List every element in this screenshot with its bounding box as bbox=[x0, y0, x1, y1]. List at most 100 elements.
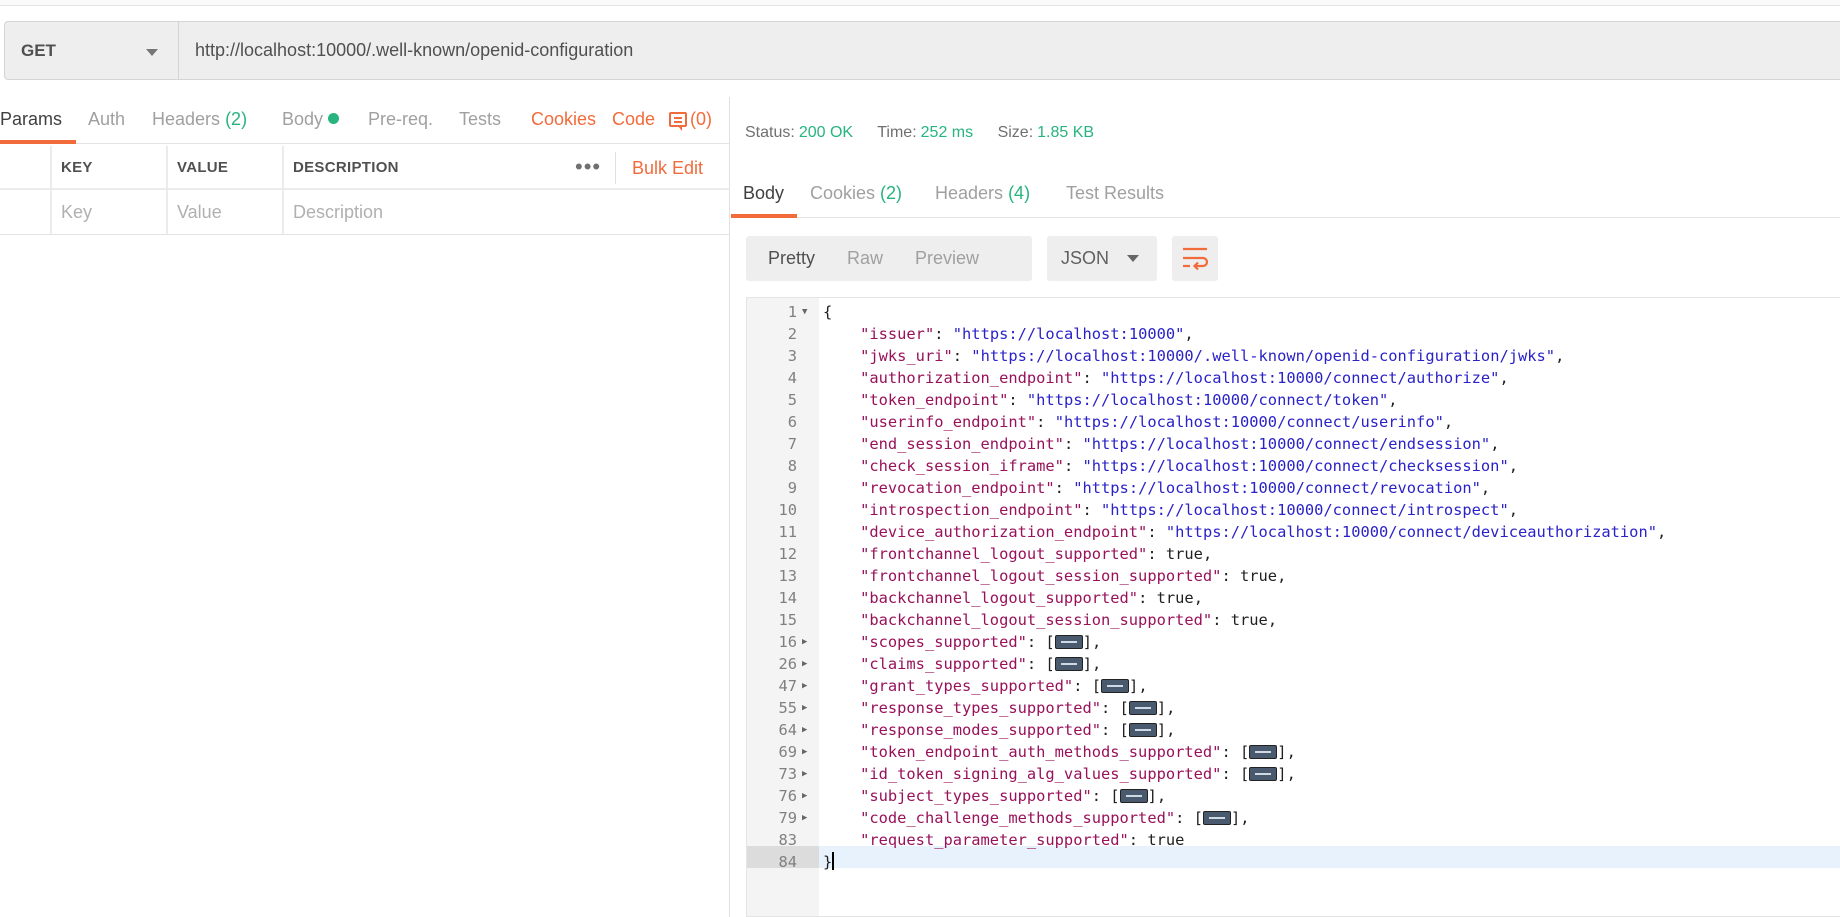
line-number: 2 bbox=[787, 325, 797, 343]
time-value: 252 ms bbox=[920, 124, 974, 141]
code-text: "issuer": "https://localhost:10000", bbox=[823, 323, 1194, 345]
json-string: "https://localhost:10000/connect/devicea… bbox=[1165, 523, 1657, 541]
line-number: 79 bbox=[778, 809, 797, 827]
json-key: "revocation_endpoint" bbox=[860, 479, 1055, 497]
fold-closed-icon[interactable]: ▶ bbox=[802, 697, 807, 719]
code-line: 2 "issuer": "https://localhost:10000", bbox=[747, 323, 1840, 345]
tab-auth[interactable]: Auth bbox=[88, 109, 125, 130]
json-bracket: ] bbox=[1156, 699, 1167, 717]
line-number: 84 bbox=[778, 853, 797, 871]
fold-closed-icon[interactable]: ▶ bbox=[802, 785, 807, 807]
json-key: "response_modes_supported" bbox=[860, 721, 1101, 739]
code-text: "claims_supported": [], bbox=[823, 653, 1101, 675]
tab-response-headers[interactable]: Headers (4) bbox=[935, 183, 1030, 204]
json-key: "scopes_supported" bbox=[860, 633, 1027, 651]
bulk-edit-button[interactable]: Bulk Edit bbox=[632, 158, 703, 179]
code-text: "jwks_uri": "https://localhost:10000/.we… bbox=[823, 345, 1564, 367]
code-link[interactable]: Code bbox=[612, 109, 655, 130]
comment-icon bbox=[669, 112, 687, 131]
collapsed-array-icon[interactable] bbox=[1202, 811, 1231, 825]
fold-closed-icon[interactable]: ▶ bbox=[802, 631, 807, 653]
code-line: 76 ▶ "subject_types_supported": [], bbox=[747, 785, 1840, 807]
tab-test-results[interactable]: Test Results bbox=[1066, 183, 1164, 204]
fold-closed-icon[interactable]: ▶ bbox=[802, 675, 807, 697]
method-select[interactable]: GET bbox=[5, 22, 179, 79]
fold-open-icon[interactable]: ▼ bbox=[802, 301, 807, 323]
json-comma: , bbox=[1555, 347, 1565, 365]
json-colon: : bbox=[1063, 457, 1083, 475]
json-key: "response_types_supported" bbox=[860, 699, 1101, 717]
status-label: Status: bbox=[745, 124, 795, 141]
line-number: 12 bbox=[778, 545, 797, 563]
line-number: 9 bbox=[787, 479, 797, 497]
collapsed-array-icon[interactable] bbox=[1119, 789, 1148, 803]
json-comma: , bbox=[1508, 457, 1518, 475]
json-bracket: ] bbox=[1147, 787, 1157, 805]
tab-response-body[interactable]: Body bbox=[743, 183, 784, 204]
collapsed-array-icon[interactable] bbox=[1101, 679, 1130, 693]
wrap-lines-button[interactable] bbox=[1172, 236, 1218, 281]
json-colon: : bbox=[1147, 545, 1166, 563]
json-colon: : bbox=[1036, 413, 1055, 431]
collapsed-array-icon[interactable] bbox=[1249, 745, 1278, 759]
key-input[interactable]: Key bbox=[50, 190, 166, 234]
tab-prereq[interactable]: Pre-req. bbox=[368, 109, 433, 130]
url-input[interactable]: http://localhost:10000/.well-known/openi… bbox=[179, 22, 1840, 79]
fold-closed-icon[interactable]: ▶ bbox=[802, 653, 807, 675]
fold-closed-icon[interactable]: ▶ bbox=[802, 763, 807, 785]
collapsed-array-icon[interactable] bbox=[1054, 657, 1083, 671]
tab-params[interactable]: Params bbox=[0, 109, 62, 130]
fold-closed-icon[interactable]: ▶ bbox=[802, 807, 807, 829]
method-label: GET bbox=[21, 40, 56, 60]
response-status: Status: 200 OK Time: 252 ms Size: 1.85 KB bbox=[745, 124, 1114, 142]
json-key: "userinfo_endpoint" bbox=[860, 413, 1037, 431]
collapsed-array-icon[interactable] bbox=[1249, 767, 1278, 781]
response-body-editor[interactable]: 1 ▼ {2 "issuer": "https://localhost:10000"… bbox=[746, 297, 1840, 917]
json-colon: : bbox=[1082, 369, 1102, 387]
pretty-button[interactable]: Pretty bbox=[768, 248, 815, 269]
json-comma: , bbox=[1138, 677, 1148, 695]
description-input[interactable]: Description bbox=[282, 190, 730, 234]
fold-closed-icon[interactable]: ▶ bbox=[802, 741, 807, 763]
tab-response-cookies[interactable]: Cookies (2) bbox=[810, 183, 902, 204]
collapsed-array-icon[interactable] bbox=[1128, 723, 1157, 737]
tab-headers-count: (2) bbox=[225, 109, 248, 129]
json-literal: true bbox=[1147, 831, 1185, 849]
divider bbox=[615, 152, 616, 184]
preview-button[interactable]: Preview bbox=[915, 248, 979, 269]
json-colon: : bbox=[1138, 589, 1157, 607]
line-number: 1 bbox=[787, 303, 797, 321]
value-input[interactable]: Value bbox=[166, 190, 282, 234]
tab-headers[interactable]: Headers (2) bbox=[152, 109, 247, 130]
value-header: VALUE bbox=[166, 146, 282, 188]
format-select[interactable]: JSON bbox=[1047, 236, 1157, 281]
json-key: "id_token_signing_alg_values_supported" bbox=[860, 765, 1222, 783]
collapsed-array-icon[interactable] bbox=[1054, 635, 1083, 649]
code-text: "id_token_signing_alg_values_supported":… bbox=[823, 763, 1296, 785]
json-comma: , bbox=[1184, 325, 1194, 343]
json-comma: , bbox=[1508, 501, 1518, 519]
json-key: "token_endpoint_auth_methods_supported" bbox=[860, 743, 1222, 761]
more-options-button[interactable]: ••• bbox=[575, 156, 601, 178]
json-string: "https://localhost:10000/connect/endsess… bbox=[1082, 435, 1491, 453]
fold-closed-icon[interactable]: ▶ bbox=[802, 719, 807, 741]
json-lines: 1 ▼ {2 "issuer": "https://localhost:10000"… bbox=[747, 301, 1840, 873]
code-line: 12 "frontchannel_logout_supported": true… bbox=[747, 543, 1840, 565]
raw-button[interactable]: Raw bbox=[847, 248, 883, 269]
line-number: 8 bbox=[787, 457, 797, 475]
line-number: 6 bbox=[787, 413, 797, 431]
json-comma: , bbox=[1286, 743, 1296, 761]
json-literal: true bbox=[1156, 589, 1194, 607]
wrap-lines-icon bbox=[1183, 247, 1209, 271]
json-key: "end_session_endpoint" bbox=[860, 435, 1064, 453]
code-text: "backchannel_logout_session_supported": … bbox=[823, 609, 1277, 631]
json-bracket: ] bbox=[1156, 721, 1167, 739]
code-text: "authorization_endpoint": "https://local… bbox=[823, 367, 1509, 389]
collapsed-array-icon[interactable] bbox=[1128, 701, 1157, 715]
tab-body[interactable]: Body bbox=[282, 109, 340, 130]
code-line: 69 ▶ "token_endpoint_auth_methods_support… bbox=[747, 741, 1840, 763]
tab-tests[interactable]: Tests bbox=[459, 109, 501, 130]
comments-button[interactable]: (0) bbox=[669, 109, 712, 131]
json-comma: , bbox=[1499, 369, 1509, 387]
cookies-link[interactable]: Cookies bbox=[531, 109, 596, 130]
